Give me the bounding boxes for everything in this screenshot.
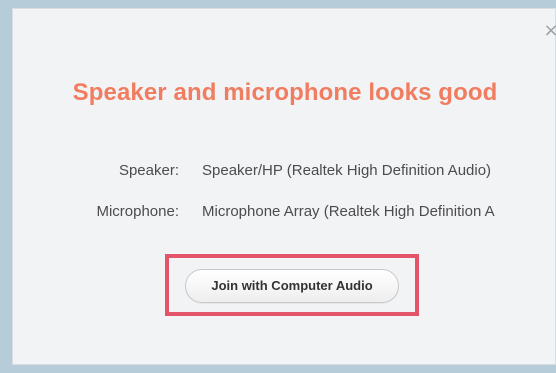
microphone-row: Microphone: Microphone Array (Realtek Hi…	[13, 200, 556, 224]
speaker-device-name: Speaker/HP (Realtek High Definition Audi…	[202, 162, 492, 179]
speaker-row: Speaker: Speaker/HP (Realtek High Defini…	[13, 159, 556, 183]
microphone-device-name: Microphone Array (Realtek High Definitio…	[202, 203, 495, 220]
close-icon[interactable]: ×	[539, 19, 556, 43]
speaker-label: Speaker:	[118, 162, 179, 179]
audio-test-dialog: × Speaker and microphone looks good Spea…	[12, 8, 556, 365]
dialog-title: Speaker and microphone looks good	[72, 79, 498, 106]
join-with-computer-audio-button[interactable]: Join with Computer Audio	[185, 269, 399, 303]
microphone-label: Microphone:	[96, 203, 179, 220]
